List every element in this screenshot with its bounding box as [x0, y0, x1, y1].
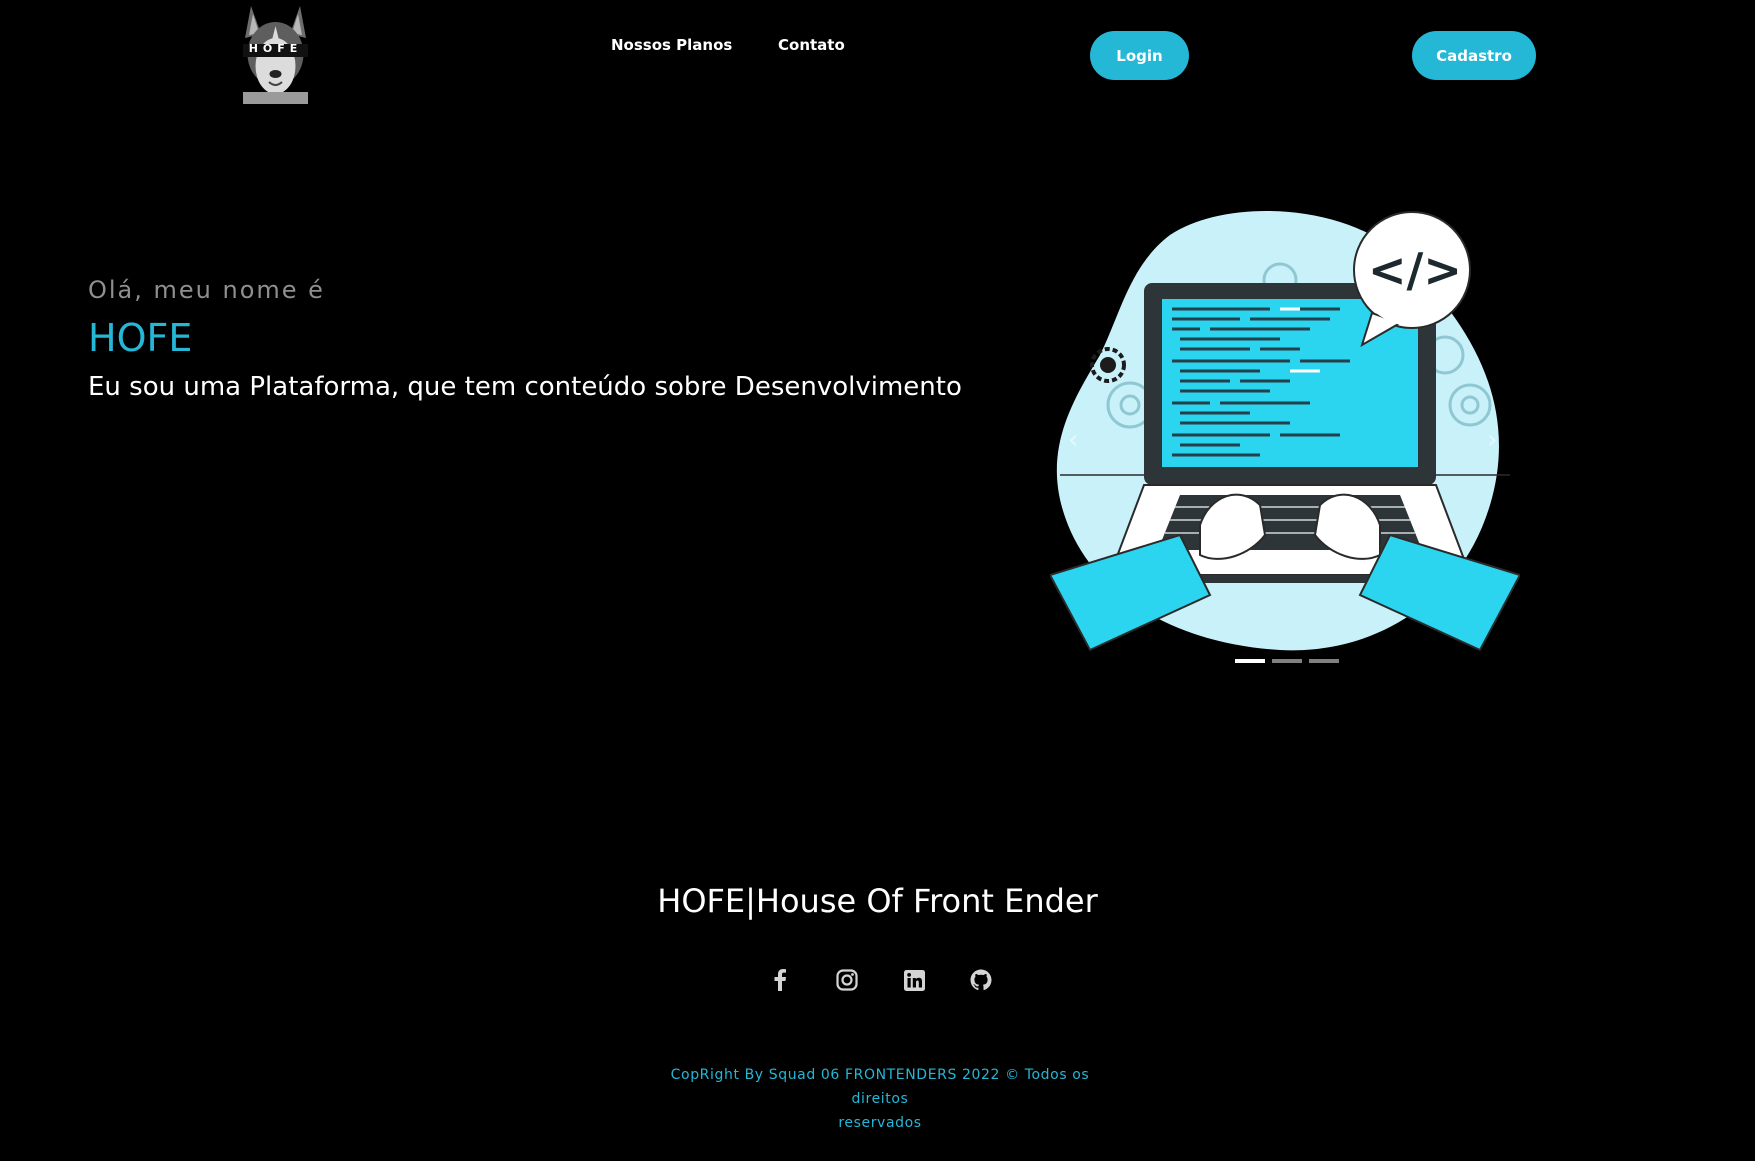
hero-carousel: </> — [1050, 205, 1520, 670]
signup-button[interactable]: Cadastro — [1412, 31, 1536, 80]
nav-nossos-planos[interactable]: Nossos Planos — [611, 36, 732, 54]
nav-contato[interactable]: Contato — [778, 36, 845, 54]
github-icon[interactable] — [967, 966, 995, 994]
carousel-indicator-3[interactable] — [1309, 659, 1339, 663]
hero-description: Eu sou uma Plataforma, que tem conteúdo … — [88, 372, 962, 402]
carousel-indicator-2[interactable] — [1272, 659, 1302, 663]
code-bubble-text: </> — [1368, 243, 1462, 297]
copyright-line-1: CopRight By Squad 06 FRONTENDERS 2022 © … — [670, 1067, 1090, 1107]
instagram-icon[interactable] — [833, 966, 861, 994]
footer-title: HOFE|House Of Front Ender — [657, 882, 1098, 920]
carousel-next-button[interactable]: › — [1487, 425, 1497, 455]
logo-text: HOFE — [248, 42, 303, 55]
login-button[interactable]: Login — [1090, 31, 1189, 80]
hero-name: HOFE — [88, 316, 193, 360]
logo[interactable]: HOFE — [241, 4, 310, 104]
facebook-icon[interactable] — [766, 966, 794, 994]
copyright-text: CopRight By Squad 06 FRONTENDERS 2022 © … — [640, 1063, 1120, 1135]
copyright-line-2: reservados — [838, 1115, 922, 1131]
carousel-indicator-1[interactable] — [1235, 659, 1265, 663]
linkedin-icon[interactable] — [900, 966, 928, 994]
carousel-prev-button[interactable]: ‹ — [1068, 425, 1078, 455]
page: HOFE Nossos Planos Contato Login Cadastr… — [0, 0, 1755, 1161]
hero-greeting: Olá, meu nome é — [88, 276, 325, 304]
